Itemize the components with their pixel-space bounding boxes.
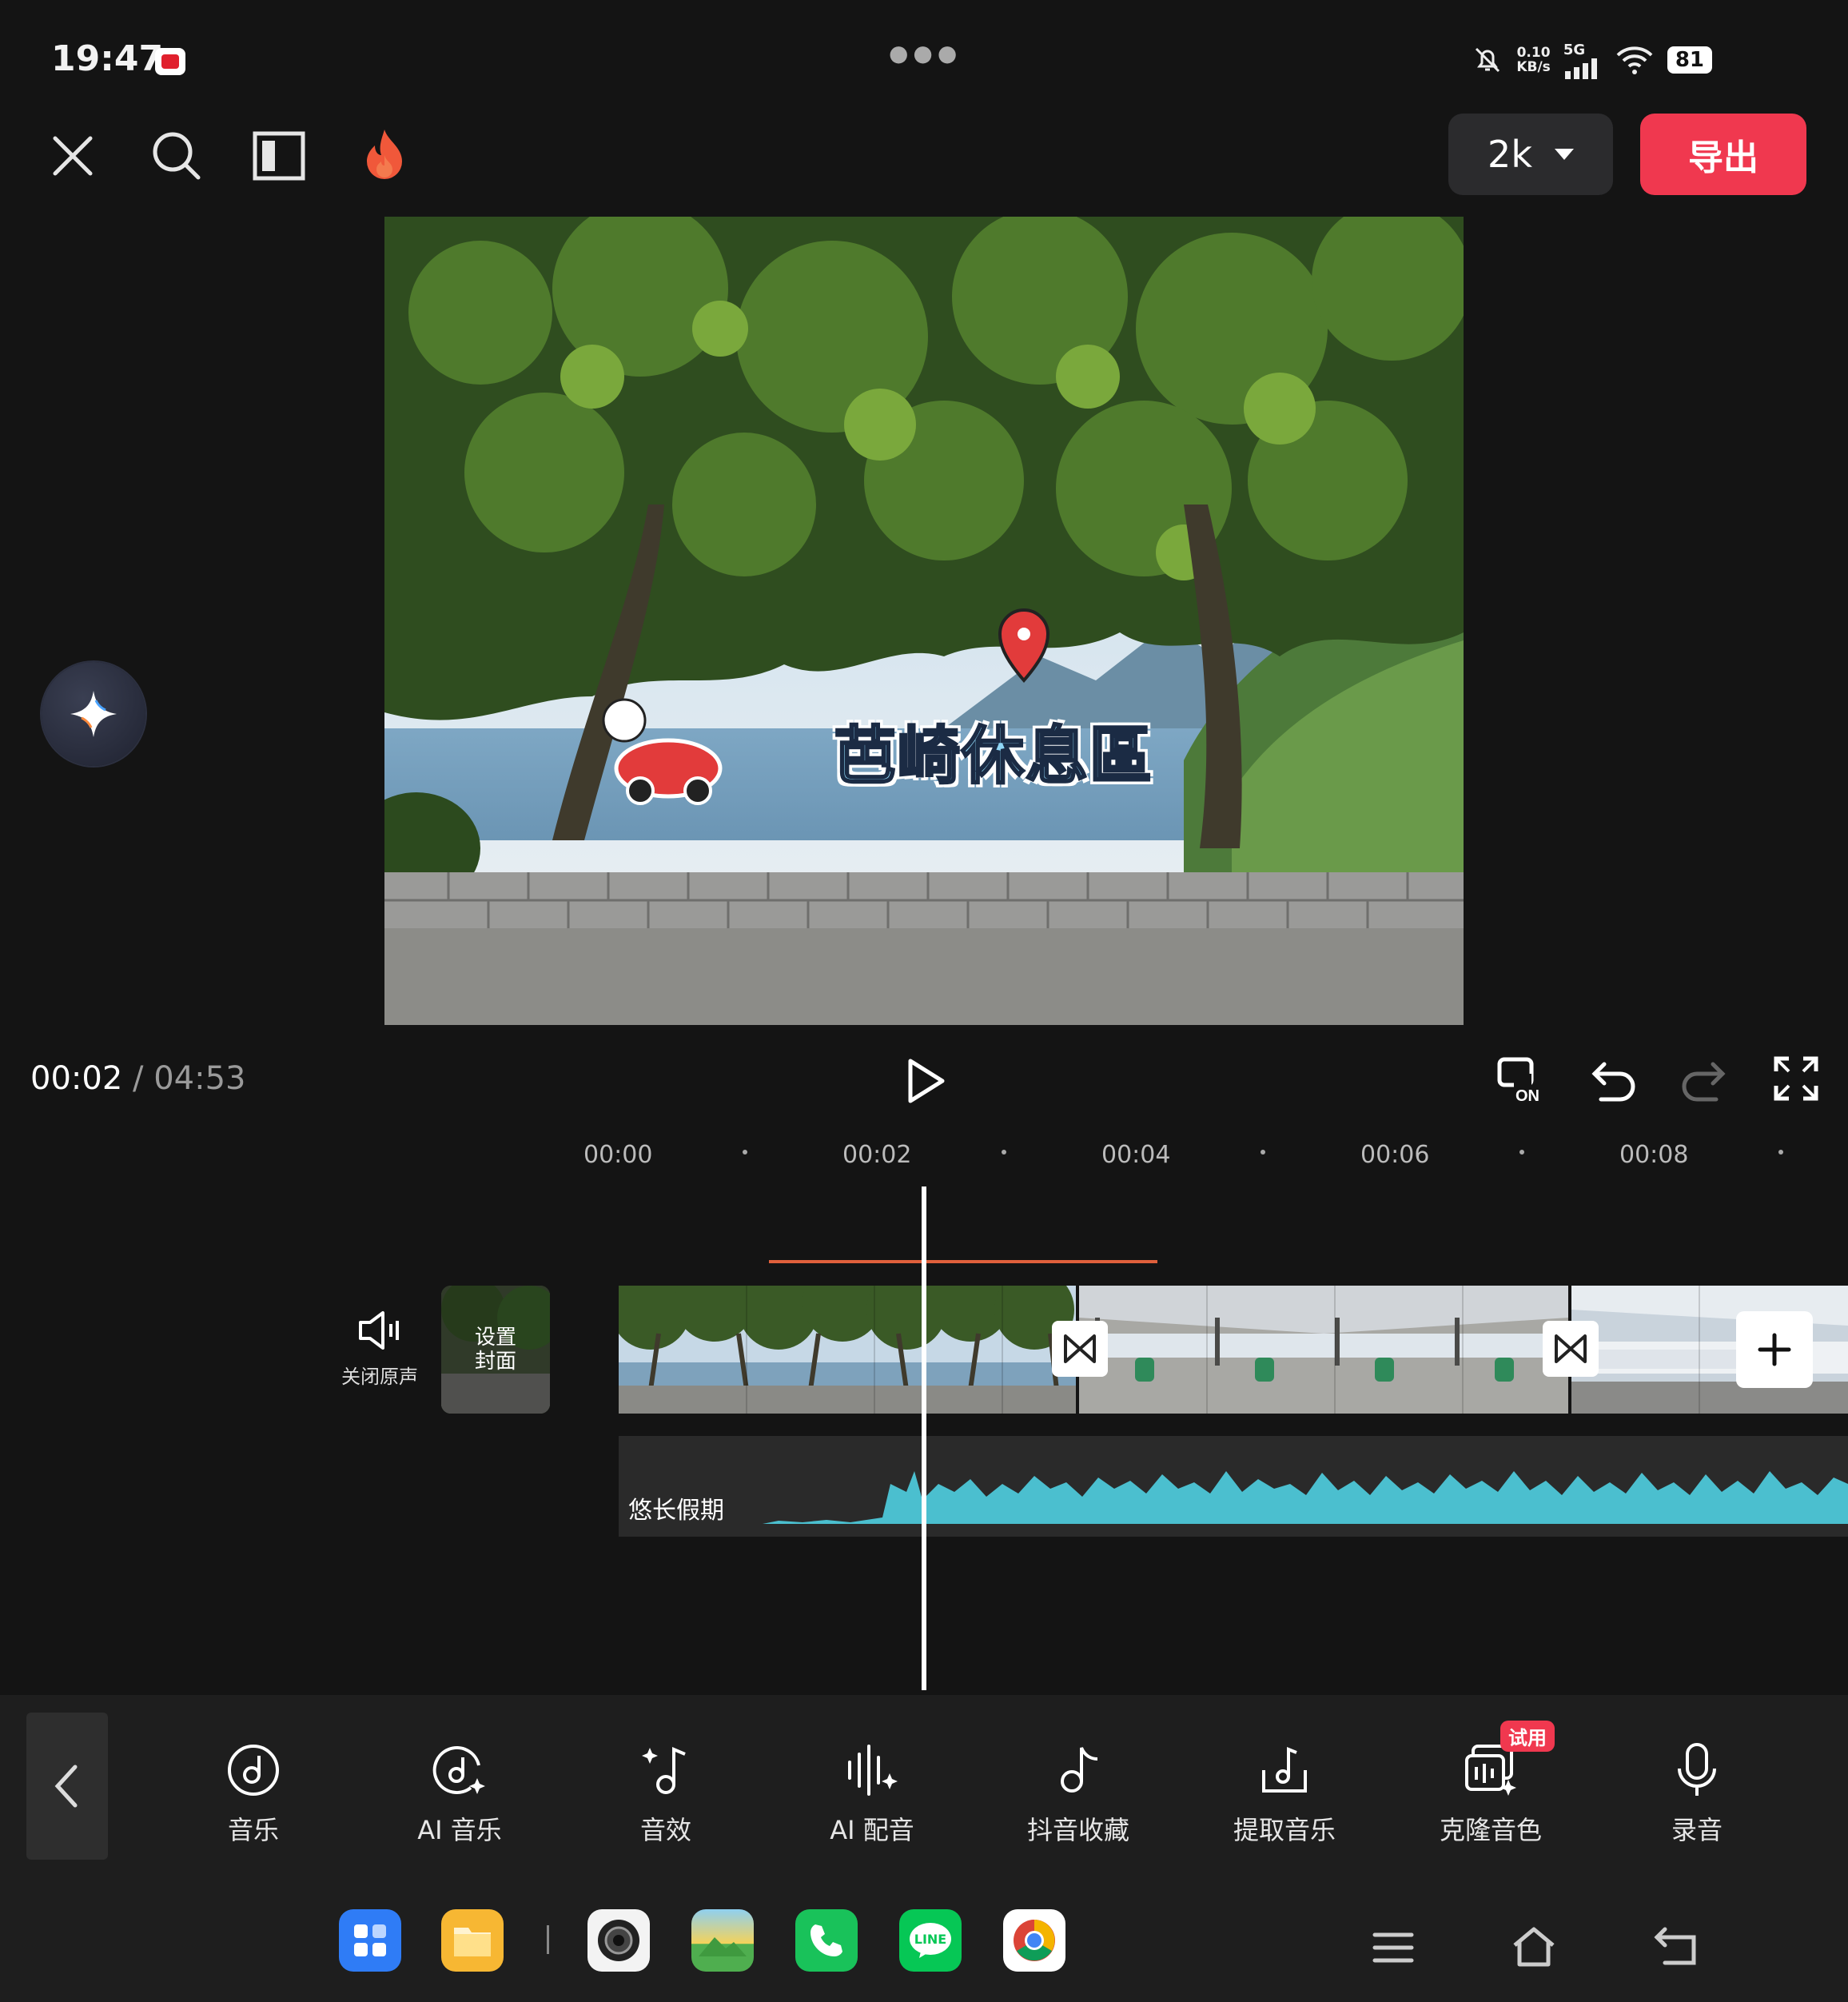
tool-label: AI 音乐	[417, 1815, 502, 1845]
undo-icon[interactable]	[1586, 1052, 1642, 1108]
speaker-icon	[359, 1311, 399, 1350]
tool-label: 抖音收藏	[1026, 1815, 1129, 1845]
home-nav-icon[interactable]	[1506, 1920, 1562, 1972]
tool-label: 音效	[639, 1815, 691, 1845]
ai-music-icon	[432, 1746, 485, 1794]
svg-text:ON: ON	[1515, 1087, 1539, 1105]
files-app-icon[interactable]	[441, 1909, 504, 1972]
tool-sound-effect[interactable]: 音效	[586, 1741, 746, 1847]
status-right-group: 0.10 KB/s 5G 81	[1472, 40, 1712, 80]
sound-effect-icon	[642, 1746, 686, 1794]
camera-app-icon[interactable]	[587, 1909, 650, 1972]
app-drawer-icon[interactable]	[339, 1909, 401, 1972]
tool-ai-music[interactable]: AI 音乐	[380, 1741, 540, 1847]
tool-extract-music[interactable]: 提取音乐	[1205, 1741, 1364, 1847]
selection-range-line	[769, 1260, 1157, 1263]
chevron-left-icon	[54, 1765, 78, 1808]
current-time: 00:02	[30, 1060, 123, 1097]
gallery-app-icon[interactable]	[691, 1909, 754, 1972]
more-dots-icon[interactable]: ●●●	[889, 40, 962, 66]
cell-signal: 5G	[1563, 42, 1602, 79]
trial-badge: 试用	[1500, 1721, 1555, 1752]
mute-original-button[interactable]: 关闭原声	[328, 1308, 432, 1389]
ruler-tick: 00:04	[1101, 1141, 1171, 1169]
status-bar: 19:47 ●●● 0.10 KB/s 5G 81	[0, 0, 1848, 104]
add-clip-button[interactable]	[1736, 1311, 1813, 1388]
ai-voice-icon	[848, 1745, 898, 1796]
tool-label: 录音	[1671, 1815, 1723, 1845]
play-icon[interactable]	[898, 1054, 953, 1108]
audio-waveform	[763, 1471, 1848, 1524]
battery-indicator: 81	[1667, 46, 1712, 74]
dock-divider	[547, 1925, 549, 1954]
ruler-dot	[743, 1150, 747, 1155]
microphone-icon	[1678, 1743, 1716, 1796]
resolution-value: 2k	[1488, 133, 1532, 176]
preview-frame-image	[384, 217, 1464, 1025]
ruler-dot	[1778, 1150, 1783, 1155]
sparkle-icon	[70, 691, 117, 737]
ruler-tick: 00:08	[1619, 1141, 1689, 1169]
line-app-icon[interactable]: LINE	[899, 1909, 962, 1972]
music-disc-icon	[228, 1745, 279, 1796]
plus-icon	[1758, 1333, 1791, 1366]
ai-assistant-button[interactable]	[42, 662, 145, 766]
subtitle-on-icon[interactable]: ON	[1495, 1052, 1551, 1108]
status-time: 19:47	[51, 38, 164, 79]
total-time: 04:53	[153, 1060, 246, 1097]
video-clip-2[interactable]	[1079, 1286, 1568, 1414]
mute-label: 关闭原声	[341, 1366, 418, 1388]
cover-label-line1: 设置	[474, 1326, 516, 1350]
video-clip-1[interactable]	[619, 1286, 1076, 1414]
resolution-dropdown[interactable]: 2k	[1448, 114, 1613, 195]
wifi-icon	[1616, 46, 1653, 74]
fullscreen-icon[interactable]	[1768, 1051, 1824, 1107]
tool-douyin-favorite[interactable]: 抖音收藏	[998, 1741, 1158, 1847]
tool-label: 克隆音色	[1439, 1815, 1542, 1845]
ruler-tick: 00:06	[1360, 1141, 1430, 1169]
time-separator: /	[133, 1060, 144, 1097]
tool-ai-voice[interactable]: AI 配音	[792, 1741, 952, 1847]
youtube-notification-icon	[155, 48, 185, 75]
transition-icon[interactable]	[1052, 1321, 1108, 1377]
ruler-dot	[1261, 1150, 1265, 1155]
set-cover-button[interactable]: 设置 封面	[441, 1286, 550, 1414]
timecode: 00:02 / 04:53	[30, 1060, 245, 1097]
extract-music-icon	[1262, 1747, 1307, 1793]
back-button[interactable]	[26, 1713, 108, 1860]
tool-music[interactable]: 音乐	[173, 1741, 333, 1847]
phone-app-icon[interactable]	[795, 1909, 858, 1972]
audio-track[interactable]: 悠长假期	[619, 1436, 1848, 1537]
caret-down-icon	[1554, 149, 1574, 160]
ruler-tick: 00:00	[583, 1141, 653, 1169]
ruler-dot	[1002, 1150, 1006, 1155]
chrome-app-icon[interactable]	[1003, 1909, 1065, 1972]
tool-record[interactable]: 录音	[1617, 1741, 1777, 1847]
douyin-favorite-icon	[1061, 1747, 1098, 1793]
line-app-label: LINE	[914, 1932, 947, 1947]
signal-bars-icon	[1564, 58, 1597, 79]
mute-bell-icon	[1476, 47, 1500, 73]
layout-toggle-icon[interactable]	[251, 128, 307, 184]
tool-label: AI 配音	[830, 1815, 914, 1845]
back-nav-icon[interactable]	[1648, 1922, 1704, 1970]
video-preview[interactable]: 芭崎休息區	[384, 217, 1464, 1025]
playhead[interactable]	[922, 1186, 926, 1690]
tool-label: 提取音乐	[1233, 1815, 1336, 1845]
ruler-dot	[1519, 1150, 1524, 1155]
ruler-tick: 00:02	[842, 1141, 912, 1169]
hot-flame-icon[interactable]	[356, 125, 412, 185]
redo-icon[interactable]	[1675, 1052, 1731, 1108]
export-button[interactable]: 导出	[1640, 114, 1806, 195]
tool-label: 音乐	[227, 1815, 279, 1845]
close-icon[interactable]	[45, 128, 101, 184]
preview-overlay-title[interactable]: 芭崎休息區	[832, 706, 1153, 796]
search-icon[interactable]	[147, 126, 206, 185]
audio-track-name: 悠长假期	[622, 1489, 731, 1527]
net-speed: 0.10 KB/s	[1516, 45, 1551, 75]
cover-label-line2: 封面	[474, 1350, 516, 1374]
tool-clone-voice[interactable]: 试用 克隆音色	[1411, 1721, 1571, 1847]
menu-nav-icon[interactable]	[1365, 1924, 1421, 1972]
transition-icon[interactable]	[1543, 1321, 1599, 1377]
